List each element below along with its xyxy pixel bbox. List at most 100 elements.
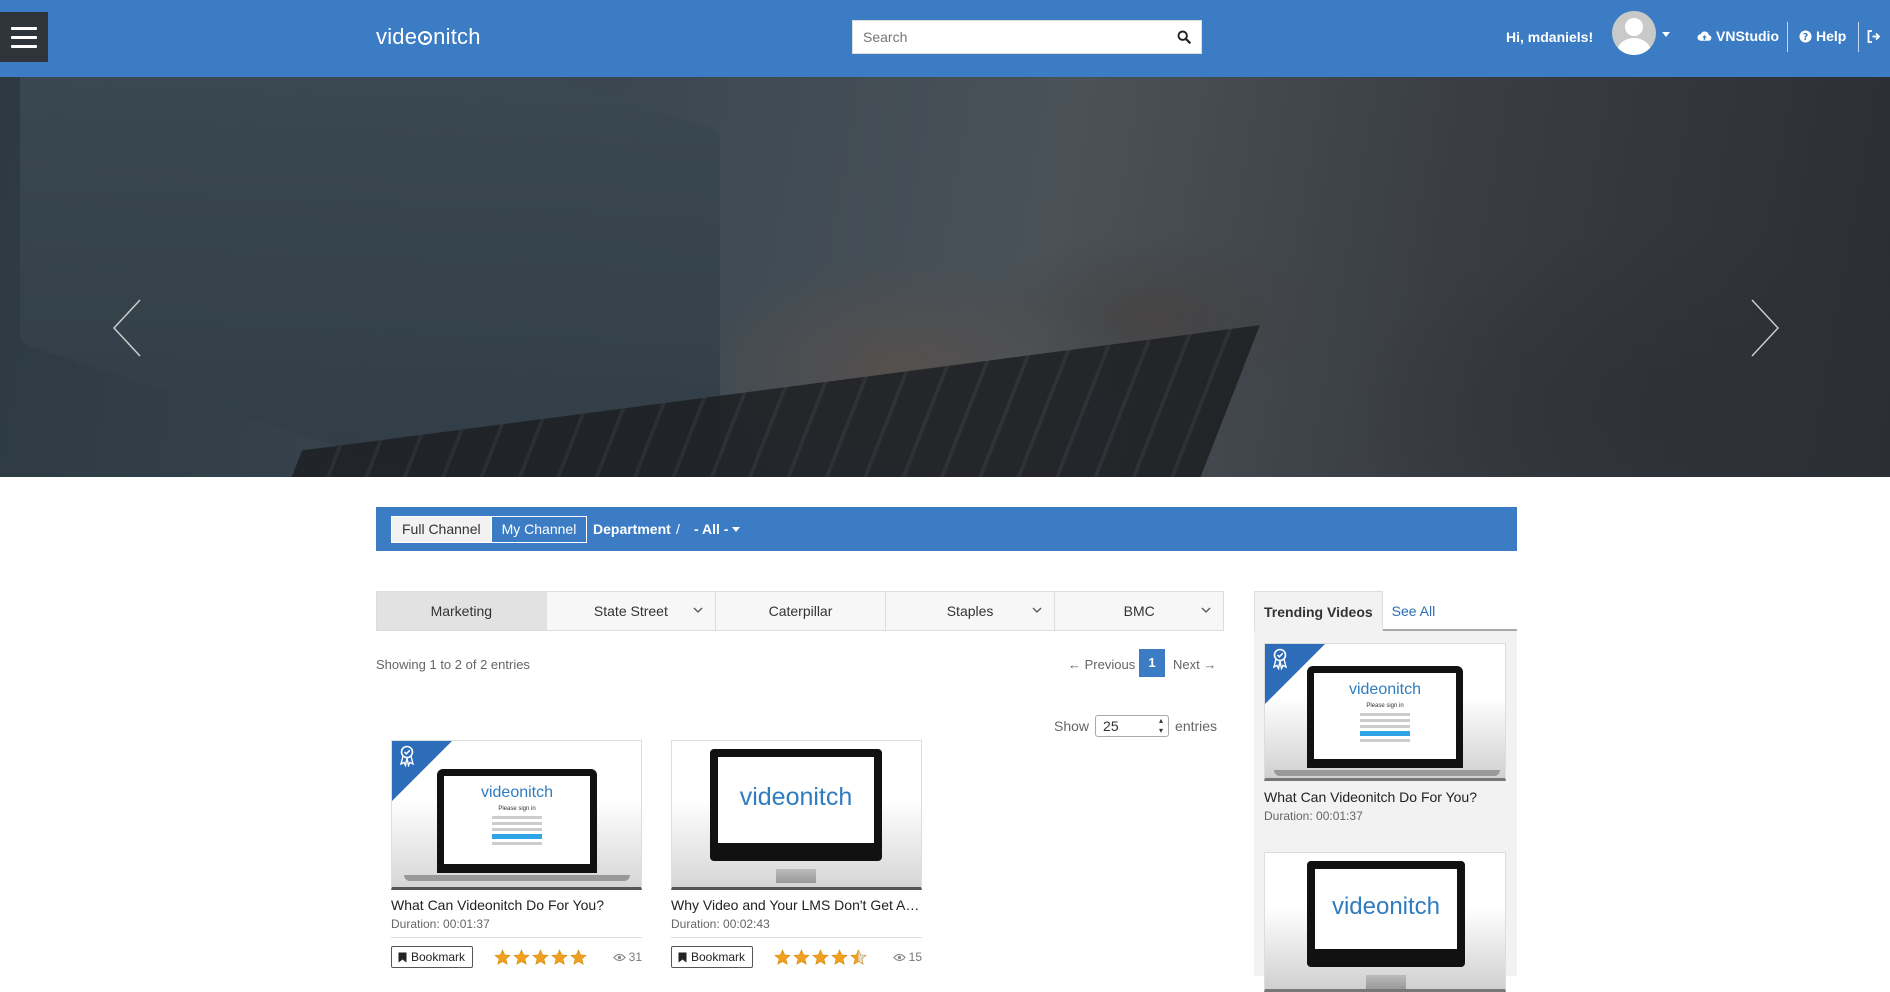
video-title[interactable]: What Can Videonitch Do For You? — [1264, 789, 1506, 805]
video-card[interactable]: videonitch Please sign in What Can Video… — [391, 740, 642, 968]
avatar[interactable] — [1612, 11, 1656, 55]
tab-trending-videos[interactable]: Trending Videos — [1254, 591, 1383, 631]
bookmark-button[interactable]: Bookmark — [391, 946, 474, 968]
vnstudio-label: VNStudio — [1716, 28, 1779, 44]
star-filled-icon[interactable] — [494, 948, 511, 966]
my-channel-button[interactable]: My Channel — [490, 517, 587, 542]
star-filled-icon[interactable] — [513, 948, 530, 966]
imac-image: videonitch — [710, 749, 882, 861]
star-filled-icon[interactable] — [532, 948, 549, 966]
tab-label: BMC — [1123, 603, 1155, 619]
entries-label: entries — [1175, 718, 1218, 734]
question-circle-icon: ? — [1799, 29, 1812, 42]
divider — [1787, 22, 1788, 52]
laptop-base — [1274, 770, 1500, 776]
chevron-down-icon[interactable] — [1032, 605, 1042, 615]
video-thumbnail[interactable]: videonitch — [1264, 852, 1506, 992]
eye-icon — [612, 953, 626, 961]
department-dropdown[interactable]: - All - — [694, 521, 741, 537]
tab-label: State Street — [593, 603, 668, 619]
search-icon[interactable] — [1177, 30, 1191, 44]
star-half-icon[interactable] — [850, 948, 867, 966]
cloud-upload-icon — [1697, 31, 1712, 41]
page-1-button[interactable]: 1 — [1139, 649, 1165, 677]
star-filled-icon[interactable] — [570, 948, 587, 966]
channel-bar: Full Channel My Channel Department / - A… — [376, 507, 1517, 551]
tab-staples[interactable]: Staples — [886, 592, 1056, 630]
laptop-image: videonitch Please sign in — [1274, 666, 1500, 776]
divider — [1858, 22, 1859, 52]
views-value: 31 — [628, 950, 642, 964]
search-box — [852, 20, 1202, 54]
logo[interactable]: vide nitch — [376, 24, 481, 50]
mini-form-image — [1360, 713, 1410, 742]
video-thumbnail[interactable]: videonitch Please sign in — [391, 740, 642, 890]
next-page-link[interactable]: Next → — [1173, 657, 1216, 672]
page-size-value: 25 — [1103, 718, 1119, 734]
video-duration: Duration: 00:01:37 — [391, 917, 642, 938]
category-tabs: Marketing State Street Caterpillar Stapl… — [376, 591, 1224, 631]
video-title[interactable]: Why Video and Your LMS Don't Get Alo... — [671, 897, 922, 913]
previous-page-link[interactable]: ← Previous — [1068, 657, 1135, 672]
video-actions: Bookmark 15 — [671, 946, 922, 968]
see-all-link[interactable]: See All — [1383, 591, 1445, 631]
bookmark-icon — [678, 952, 687, 962]
tab-state-street[interactable]: State Street — [547, 592, 717, 630]
trending-video-card[interactable]: videonitch Please sign in What Can Video… — [1264, 643, 1506, 823]
show-label: Show — [1054, 718, 1090, 734]
laptop-base — [404, 875, 630, 881]
star-rating[interactable] — [494, 948, 587, 966]
star-rating[interactable] — [774, 948, 867, 966]
view-count: 15 — [892, 950, 922, 964]
full-channel-button[interactable]: Full Channel — [392, 517, 491, 542]
star-filled-icon[interactable] — [793, 948, 810, 966]
hamburger-menu-icon[interactable] — [0, 12, 48, 62]
department-value: - All - — [694, 521, 729, 537]
breadcrumb-separator: / — [676, 521, 680, 537]
imac-stand — [1366, 975, 1406, 989]
bookmark-button[interactable]: Bookmark — [671, 946, 754, 968]
bookmark-label: Bookmark — [691, 950, 746, 964]
star-filled-icon[interactable] — [812, 948, 829, 966]
page-size-control: Show 25 entries — [1054, 715, 1217, 737]
bookmark-label: Bookmark — [411, 950, 466, 964]
chevron-down-icon[interactable] — [693, 605, 703, 615]
chevron-down-icon[interactable] — [1662, 32, 1670, 37]
star-filled-icon[interactable] — [831, 948, 848, 966]
trending-video-card[interactable]: videonitch — [1264, 852, 1506, 992]
thumb-brand: videonitch — [739, 783, 853, 811]
chevron-down-icon[interactable] — [1201, 605, 1211, 615]
vnstudio-link[interactable]: VNStudio — [1697, 28, 1779, 44]
video-thumbnail[interactable]: videonitch — [671, 740, 922, 890]
help-link[interactable]: ? Help — [1799, 28, 1846, 44]
video-title[interactable]: What Can Videonitch Do For You? — [391, 897, 642, 913]
trending-tabs: Trending Videos See All — [1254, 591, 1517, 631]
tab-caterpillar[interactable]: Caterpillar — [716, 592, 886, 630]
award-ribbon-icon — [1272, 648, 1288, 670]
video-thumbnail[interactable]: videonitch Please sign in — [1264, 643, 1506, 781]
tab-label: Marketing — [430, 603, 493, 619]
page-size-select[interactable]: 25 — [1095, 715, 1170, 737]
search-input[interactable] — [853, 21, 1153, 53]
video-card[interactable]: videonitch Why Video and Your LMS Don't … — [671, 740, 922, 968]
user-greeting: Hi, mdaniels! — [1506, 29, 1594, 45]
video-actions: Bookmark 31 — [391, 946, 642, 968]
view-count: 31 — [612, 950, 642, 964]
star-filled-icon[interactable] — [551, 948, 568, 966]
tab-bmc[interactable]: BMC — [1055, 592, 1223, 630]
star-filled-icon[interactable] — [774, 948, 791, 966]
bookmark-icon — [398, 952, 407, 962]
thumb-brand: videonitch — [480, 784, 554, 801]
carousel-prev-icon[interactable] — [104, 298, 144, 358]
tab-label: Staples — [946, 603, 994, 619]
carousel-next-icon[interactable] — [1748, 298, 1788, 358]
video-duration: Duration: 00:01:37 — [1264, 809, 1363, 823]
tab-marketing[interactable]: Marketing — [377, 592, 547, 630]
laptop-image: videonitch Please sign in — [404, 769, 630, 881]
sign-out-icon[interactable] — [1867, 30, 1881, 43]
mini-form-image — [492, 816, 542, 845]
imac-image: videonitch — [1307, 861, 1465, 967]
chevron-down-icon — [732, 527, 741, 532]
department-label: Department — [593, 521, 671, 537]
video-duration: Duration: 00:02:43 — [671, 917, 922, 938]
